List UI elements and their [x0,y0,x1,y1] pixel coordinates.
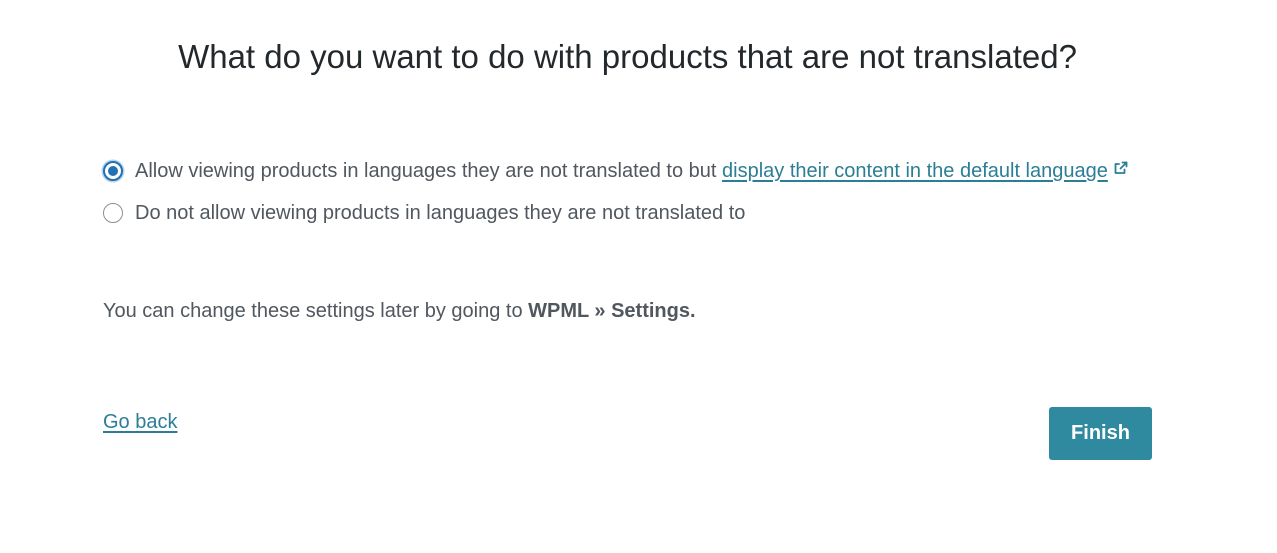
settings-note: You can change these settings later by g… [103,300,696,323]
external-link-icon[interactable] [1114,150,1128,189]
option-allow-text: Allow viewing products in languages they… [135,160,723,182]
go-back-link[interactable]: Go back [103,411,177,434]
radio-allow-default-language[interactable] [103,161,123,181]
option-do-not-allow[interactable]: Do not allow viewing products in languag… [103,194,1163,233]
page-title: What do you want to do with products tha… [178,38,1077,75]
settings-note-text: You can change these settings later by g… [103,300,529,322]
option-allow-default-language[interactable]: Allow viewing products in languages they… [103,150,1163,191]
default-language-link[interactable]: display their content in the default lan… [722,160,1108,182]
options-radio-group: Allow viewing products in languages they… [103,150,1163,233]
radio-do-not-allow[interactable] [103,203,123,223]
option-do-not-allow-text: Do not allow viewing products in languag… [135,202,746,224]
finish-button[interactable]: Finish [1049,407,1152,460]
settings-note-path: WPML » Settings. [528,300,696,322]
